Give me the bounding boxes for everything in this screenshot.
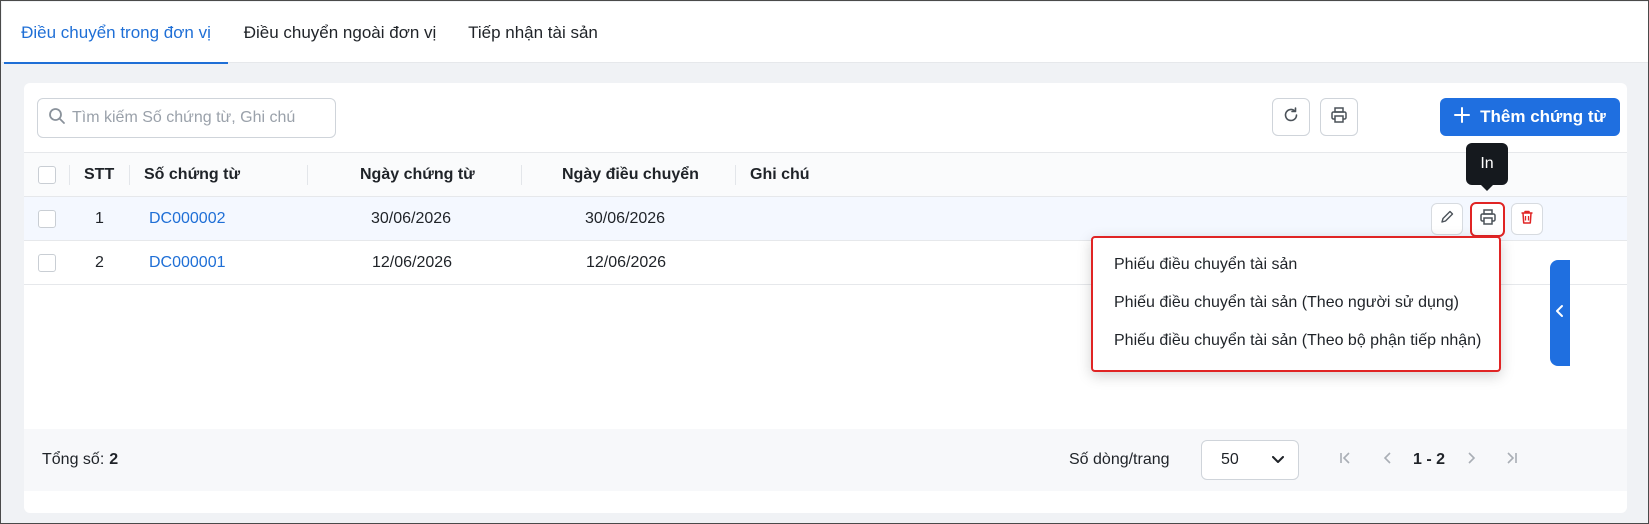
menu-item-transfer-slip[interactable]: Phiếu điều chuyển tài sản xyxy=(1114,250,1297,280)
add-document-button[interactable]: Thêm chứng từ xyxy=(1440,98,1620,136)
table-header: STT Số chứng từ Ngày chứng từ Ngày điều … xyxy=(24,152,1627,197)
edit-button[interactable] xyxy=(1431,203,1463,235)
printer-icon xyxy=(1330,106,1348,129)
table-row[interactable]: 1 DC000002 30/06/2026 30/06/2026 xyxy=(24,197,1627,241)
tab-label: Điều chuyển ngoài đơn vị xyxy=(243,22,437,42)
refresh-button[interactable] xyxy=(1272,98,1310,136)
search-icon xyxy=(48,107,66,130)
tab-internal-transfer[interactable]: Điều chuyển trong đơn vị xyxy=(4,2,228,64)
column-header-stt: STT xyxy=(84,166,115,183)
trash-icon xyxy=(1519,209,1535,230)
document-code-link[interactable]: DC000001 xyxy=(149,241,226,284)
last-page-button[interactable] xyxy=(1504,429,1518,491)
tab-asset-receipt[interactable]: Tiếp nhận tài sản xyxy=(452,2,614,63)
app-frame: Điều chuyển trong đơn vị Điều chuyển ngo… xyxy=(0,0,1649,524)
print-menu: Phiếu điều chuyển tài sản Phiếu điều chu… xyxy=(1091,236,1501,372)
row-checkbox[interactable] xyxy=(38,254,56,272)
search-input[interactable] xyxy=(72,109,322,127)
search-box[interactable] xyxy=(37,98,336,138)
first-page-button[interactable] xyxy=(1339,429,1353,491)
next-page-button[interactable] xyxy=(1464,429,1478,491)
print-all-button[interactable] xyxy=(1320,98,1358,136)
last-page-icon xyxy=(1504,451,1518,470)
print-row-button[interactable] xyxy=(1470,202,1505,237)
row-stt: 2 xyxy=(95,253,104,271)
delete-button[interactable] xyxy=(1511,203,1543,235)
rows-per-page-select[interactable]: 50 xyxy=(1201,440,1299,480)
row-stt: 1 xyxy=(95,209,104,227)
first-page-icon xyxy=(1339,451,1353,470)
column-header-transfer-date: Ngày điều chuyển xyxy=(562,166,699,183)
chevron-left-icon xyxy=(1555,304,1565,323)
chevron-right-icon xyxy=(1464,451,1478,470)
chevron-left-icon xyxy=(1381,451,1395,470)
plus-icon xyxy=(1454,106,1471,128)
refresh-icon xyxy=(1282,106,1300,129)
transfer-date: 30/06/2026 xyxy=(585,209,666,227)
tooltip-text: In xyxy=(1480,155,1494,172)
pencil-icon xyxy=(1439,209,1455,230)
doc-date: 30/06/2026 xyxy=(371,209,452,227)
document-code-link[interactable]: DC000002 xyxy=(149,197,226,240)
table-footer: Tổng số: 2 Số dòng/trang 50 1 - 2 xyxy=(24,429,1627,491)
tab-external-transfer[interactable]: Điều chuyển ngoài đơn vị xyxy=(228,2,452,63)
chevron-down-icon xyxy=(1272,451,1284,469)
total-value: 2 xyxy=(109,451,119,468)
prev-page-button[interactable] xyxy=(1381,429,1395,491)
doc-date: 12/06/2026 xyxy=(372,253,453,271)
print-tooltip: In xyxy=(1466,143,1508,191)
menu-item-transfer-slip-by-department[interactable]: Phiếu điều chuyển tài sản (Theo bộ phận … xyxy=(1114,326,1481,356)
tab-label: Tiếp nhận tài sản xyxy=(468,22,598,42)
printer-icon xyxy=(1479,208,1497,231)
total-count: Tổng số: 2 xyxy=(42,429,118,491)
tab-label: Điều chuyển trong đơn vị xyxy=(21,22,211,42)
column-header-doc-date: Ngày chứng từ xyxy=(360,166,475,183)
rows-per-page-value: 50 xyxy=(1221,451,1239,468)
row-checkbox[interactable] xyxy=(38,210,56,228)
page-range: 1 - 2 xyxy=(1413,451,1446,468)
select-all-checkbox[interactable] xyxy=(38,166,56,184)
column-header-code: Số chứng từ xyxy=(144,166,241,183)
rows-per-page-label: Số dòng/trang xyxy=(1069,451,1170,468)
menu-item-transfer-slip-by-user[interactable]: Phiếu điều chuyển tài sản (Theo người sử… xyxy=(1114,288,1459,318)
tab-bar: Điều chuyển trong đơn vị Điều chuyển ngo… xyxy=(2,2,1648,64)
total-label: Tổng số: xyxy=(42,451,105,468)
side-panel-toggle[interactable] xyxy=(1550,260,1570,366)
add-document-label: Thêm chứng từ xyxy=(1480,107,1606,126)
column-header-note: Ghi chú xyxy=(750,166,810,183)
transfer-date: 12/06/2026 xyxy=(586,253,667,271)
